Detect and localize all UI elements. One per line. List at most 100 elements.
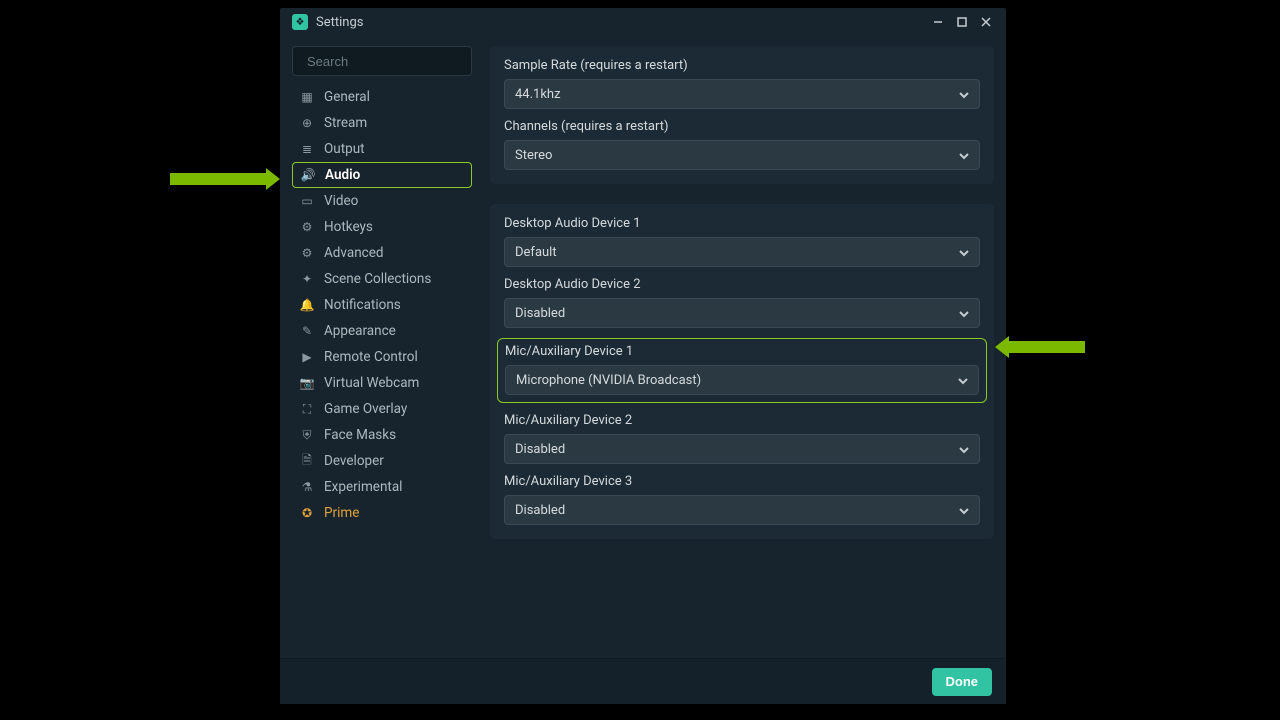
sidebar-item-label: Advanced [324, 245, 384, 261]
field-label: Desktop Audio Device 1 [504, 216, 980, 231]
sidebar-nav: ▦ General ⊕ Stream ≣ Output 🔊 Audio ▭ Video ⚙ Hotke… [292, 84, 472, 526]
field-label: Sample Rate (requires a restart) [504, 58, 980, 73]
settings-window: ❖ Settings ▦ General ⊕ Stream ≣ Output 🔊 Audio ▭… [280, 8, 1006, 704]
flask-icon: ⚗ [300, 480, 314, 494]
globe-icon: ⊕ [300, 116, 314, 130]
chevron-down-icon [958, 375, 968, 385]
field: Channels (requires a restart) Stereo [504, 119, 980, 170]
sidebar-item-label: Hotkeys [324, 219, 373, 235]
field-label: Desktop Audio Device 2 [504, 277, 980, 292]
sidebar-item-scene-collections[interactable]: ✦ Scene Collections [292, 266, 472, 292]
close-button[interactable] [974, 10, 998, 34]
field: Desktop Audio Device 1 Default [504, 216, 980, 267]
select-dropdown[interactable]: Default [504, 237, 980, 267]
layers-icon: ≣ [300, 142, 314, 156]
sidebar-item-label: Appearance [324, 323, 396, 339]
sidebar-item-label: Prime [324, 505, 359, 521]
select-dropdown[interactable]: 44.1khz [504, 79, 980, 109]
search-box[interactable] [292, 46, 472, 76]
sidebar-item-label: Output [324, 141, 365, 157]
sidebar-item-prime[interactable]: ✪ Prime [292, 500, 472, 526]
bell-icon: 🔔 [300, 298, 314, 312]
field-label: Mic/Auxiliary Device 1 [505, 344, 979, 359]
select-dropdown[interactable]: Disabled [504, 495, 980, 525]
select-dropdown[interactable]: Disabled [504, 298, 980, 328]
window-title: Settings [316, 15, 926, 30]
sidebar-item-advanced[interactable]: ⚙ Advanced [292, 240, 472, 266]
minimize-button[interactable] [926, 10, 950, 34]
star-icon: ✪ [300, 506, 314, 520]
sidebar-item-stream[interactable]: ⊕ Stream [292, 110, 472, 136]
sidebar: ▦ General ⊕ Stream ≣ Output 🔊 Audio ▭ Video ⚙ Hotke… [292, 46, 472, 658]
camera-icon: 📷 [300, 376, 314, 390]
sidebar-item-virtual-webcam[interactable]: 📷 Virtual Webcam [292, 370, 472, 396]
sidebar-item-output[interactable]: ≣ Output [292, 136, 472, 162]
settings-group: Sample Rate (requires a restart) 44.1khz C… [490, 46, 994, 184]
sidebar-item-general[interactable]: ▦ General [292, 84, 472, 110]
sidebar-item-experimental[interactable]: ⚗ Experimental [292, 474, 472, 500]
monitor-icon: ▭ [300, 194, 314, 208]
field: Sample Rate (requires a restart) 44.1khz [504, 58, 980, 109]
select-value: Disabled [515, 503, 565, 518]
sidebar-item-remote-control[interactable]: ▶Remote Control [292, 344, 472, 370]
sidebar-item-label: Face Masks [324, 427, 396, 443]
speaker-icon: 🔊 [301, 168, 315, 182]
titlebar: ❖ Settings [280, 8, 1006, 36]
done-button[interactable]: Done [932, 668, 993, 696]
select-dropdown[interactable]: Disabled [504, 434, 980, 464]
sidebar-item-appearance[interactable]: ✎ Appearance [292, 318, 472, 344]
select-value: 44.1khz [515, 87, 561, 102]
select-dropdown[interactable]: Stereo [504, 140, 980, 170]
expand-icon: ⛶ [300, 402, 314, 417]
sidebar-item-face-masks[interactable]: ⛨ Face Masks [292, 422, 472, 448]
select-dropdown[interactable]: Microphone (NVIDIA Broadcast) [505, 365, 979, 395]
field-label: Channels (requires a restart) [504, 119, 980, 134]
sidebar-item-label: Stream [324, 115, 367, 131]
chevron-down-icon [959, 89, 969, 99]
search-input[interactable] [307, 54, 483, 69]
field-label: Mic/Auxiliary Device 3 [504, 474, 980, 489]
sidebar-item-label: Notifications [324, 297, 401, 313]
select-value: Default [515, 245, 557, 260]
sidebar-item-label: General [324, 89, 370, 105]
field: Mic/Auxiliary Device 2 Disabled [504, 413, 980, 464]
sidebar-item-label: Virtual Webcam [324, 375, 419, 391]
sidebar-item-hotkeys[interactable]: ⚙ Hotkeys [292, 214, 472, 240]
gear-icon: ⚙ [300, 220, 314, 234]
sidebar-item-audio[interactable]: 🔊 Audio [292, 162, 472, 188]
file-icon: 🗎 [300, 451, 314, 472]
sidebar-item-notifications[interactable]: 🔔 Notifications [292, 292, 472, 318]
sidebar-item-label: Game Overlay [324, 401, 407, 417]
select-value: Stereo [515, 148, 552, 163]
sidebar-item-game-overlay[interactable]: ⛶ Game Overlay [292, 396, 472, 422]
sparkle-icon: ✦ [300, 272, 314, 286]
grid-icon: ▦ [300, 90, 314, 104]
sidebar-item-label: Scene Collections [324, 271, 431, 287]
sidebar-item-label: Video [324, 193, 358, 209]
sidebar-item-label: Developer [324, 453, 384, 469]
field: Desktop Audio Device 2 Disabled [504, 277, 980, 328]
sidebar-item-video[interactable]: ▭ Video [292, 188, 472, 214]
main-panel: Sample Rate (requires a restart) 44.1khz C… [490, 46, 994, 658]
chevron-down-icon [959, 308, 969, 318]
field-label: Mic/Auxiliary Device 2 [504, 413, 980, 428]
settings-group: Desktop Audio Device 1DefaultDesktop Aud… [490, 204, 994, 539]
select-value: Disabled [515, 442, 565, 457]
sidebar-item-label: Audio [325, 167, 360, 183]
maximize-button[interactable] [950, 10, 974, 34]
play-icon: ▶ [300, 350, 314, 364]
annotation-arrow-right [995, 340, 1085, 354]
select-value: Disabled [515, 306, 565, 321]
brush-icon: ✎ [300, 324, 314, 338]
field: Mic/Auxiliary Device 3 Disabled [504, 474, 980, 525]
sliders-icon: ⚙ [300, 246, 314, 260]
chevron-down-icon [959, 247, 969, 257]
sidebar-item-label: Experimental [324, 479, 402, 495]
chevron-down-icon [959, 150, 969, 160]
field: Mic/Auxiliary Device 1 Microphone (NVIDIA… [497, 338, 987, 403]
chevron-down-icon [959, 444, 969, 454]
sidebar-item-developer[interactable]: 🗎 Developer [292, 448, 472, 474]
app-icon: ❖ [292, 14, 308, 30]
shield-icon: ⛨ [300, 428, 314, 443]
chevron-down-icon [959, 505, 969, 515]
